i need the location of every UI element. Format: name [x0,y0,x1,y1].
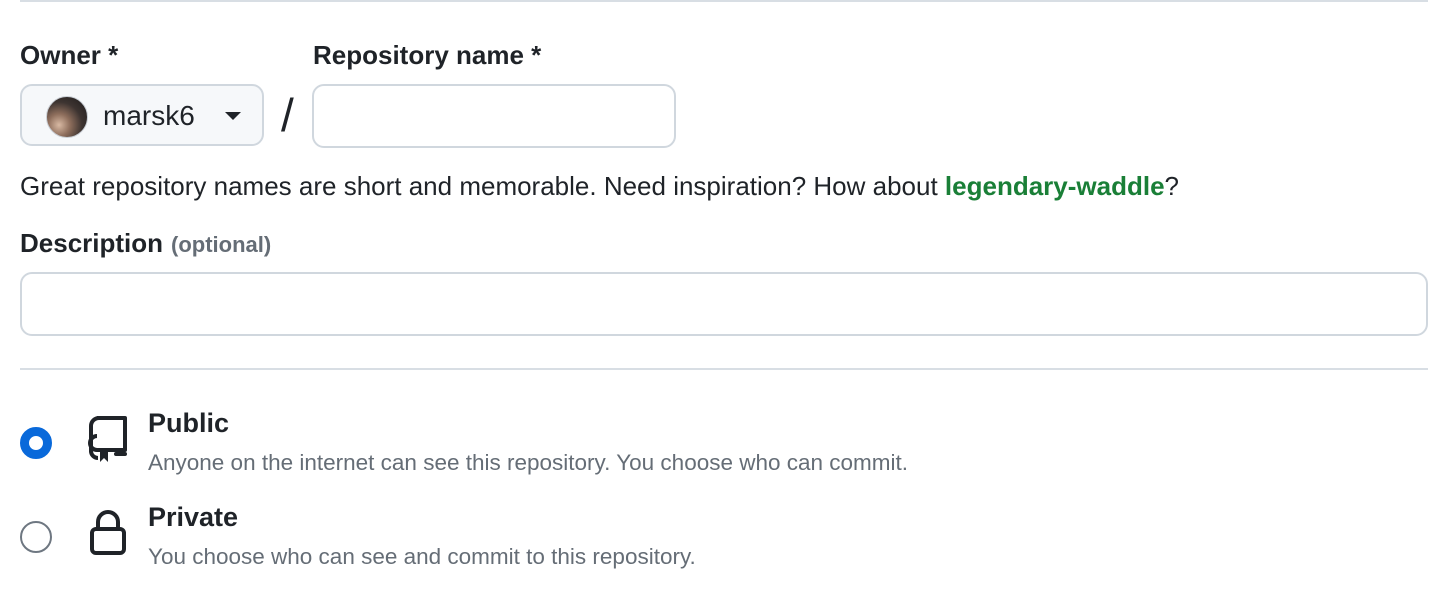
lock-icon [90,510,126,555]
public-radio[interactable] [20,427,52,459]
private-title: Private [148,502,239,532]
private-radio[interactable] [20,521,52,553]
repo-icon [88,416,127,462]
private-description: You choose who can see and commit to thi… [148,544,696,569]
description-input[interactable] [20,272,1428,336]
owner-name: marsk6 [103,100,195,131]
public-title: Public [148,408,230,438]
repository-name-hint: Great repository names are short and mem… [20,169,1179,203]
name-suggestion-link[interactable]: legendary-waddle [945,171,1165,201]
hint-text: Great repository names are short and mem… [20,171,945,201]
public-description: Anyone on the internet can see this repo… [148,450,909,475]
optional-tag: (optional) [171,232,272,257]
repository-name-input[interactable] [312,84,676,148]
top-divider [20,0,1428,2]
description-label: Description [20,228,164,258]
owner-repo-separator: / [281,89,294,141]
hint-suffix: ? [1164,171,1180,201]
repository-name-label: Repository name * [313,40,542,70]
owner-label: Owner * [20,40,119,70]
caret-down-icon [225,112,241,120]
section-divider [20,368,1428,370]
owner-dropdown[interactable]: marsk6 [20,84,264,146]
description-label-row: Description (optional) [20,227,271,261]
avatar [46,96,88,138]
